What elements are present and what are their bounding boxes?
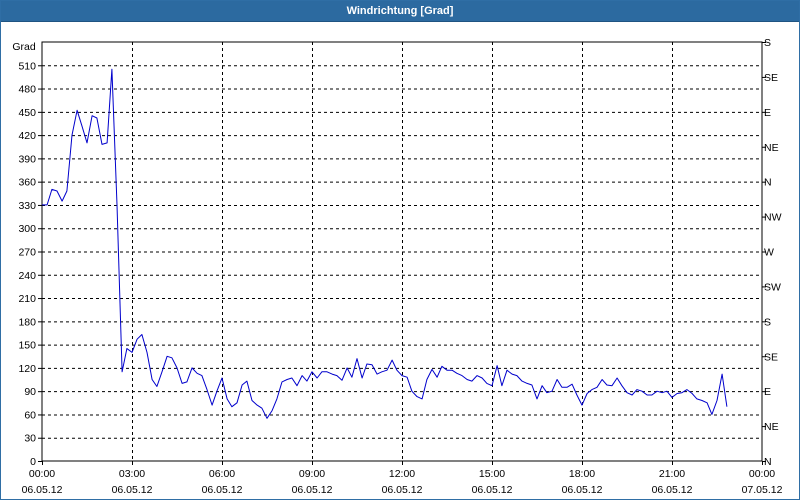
x-tick-time: 06:00 (209, 468, 235, 480)
wind-direction-line (42, 68, 728, 419)
x-tick-date: 06.05.12 (472, 484, 513, 496)
compass-tick-label: NE (764, 142, 779, 154)
y-tick-label: 240 (18, 270, 36, 282)
x-tick-time: 15:00 (479, 468, 505, 480)
x-tick-date: 06.05.12 (202, 484, 243, 496)
series-layer (42, 68, 728, 419)
x-tick-time: 21:00 (659, 468, 685, 480)
x-tick-date: 06.05.12 (562, 484, 603, 496)
wind-direction-chart: Grad 0 30 60 90 120 150 180 210 240 270 300 330 360 3… (12, 37, 783, 496)
compass-tick-label: SW (764, 281, 781, 293)
x-tick-time: 12:00 (389, 468, 415, 480)
compass-tick-label: N (764, 456, 772, 468)
compass-tick-label: SE (764, 351, 778, 363)
x-tick-time: 00:00 (29, 468, 55, 480)
y-tick-label: 510 (18, 60, 36, 72)
y-tick-label: 0 (30, 456, 36, 468)
x-tick-time: 00:00 (749, 468, 775, 480)
x-tick-date: 06.05.12 (112, 484, 153, 496)
compass-tick-label: S (764, 316, 771, 328)
y-tick-label: 150 (18, 340, 36, 352)
x-tick-date: 06.05.12 (292, 484, 333, 496)
x-tick-time: 09:00 (299, 468, 325, 480)
y-tick-label: 360 (18, 177, 36, 189)
x-tick-time: 03:00 (119, 468, 145, 480)
y-tick-label: 180 (18, 316, 36, 328)
compass-tick-label: N (764, 177, 772, 189)
y-tick-label: 210 (18, 293, 36, 305)
x-tick-date: 06.05.12 (382, 484, 423, 496)
compass-tick-label: NW (764, 212, 782, 224)
compass-tick-label: E (764, 107, 771, 119)
y-tick-label: 390 (18, 153, 36, 165)
y-tick-label: 270 (18, 247, 36, 259)
x-tick-date: 06.05.12 (22, 484, 63, 496)
y-tick-label: 450 (18, 107, 36, 119)
y-tick-label: 60 (24, 409, 36, 421)
y-axis-label: Grad (12, 41, 36, 53)
x-axis: 00:00 06.05.12 03:00 06.05.12 06:00 06.05.12 0… (22, 461, 783, 496)
compass-tick-label: NE (764, 421, 779, 433)
x-tick-date: 07.05.12 (742, 484, 783, 496)
y-tick-label: 30 (24, 433, 36, 445)
x-tick-date: 06.05.12 (652, 484, 693, 496)
compass-tick-label: S (764, 37, 771, 49)
compass-tick-label: E (764, 386, 771, 398)
compass-tick-label: SE (764, 72, 778, 84)
y-tick-label: 300 (18, 223, 36, 235)
y-axis-left: 0 30 60 90 120 150 180 210 240 270 300 330 360 390 420… (18, 60, 42, 468)
x-tick-time: 18:00 (569, 468, 595, 480)
y-tick-label: 120 (18, 363, 36, 375)
grid-lines (42, 42, 762, 461)
y-tick-label: 330 (18, 200, 36, 212)
y-tick-label: 90 (24, 386, 36, 398)
y-tick-label: 420 (18, 130, 36, 142)
compass-tick-label: W (764, 247, 774, 259)
y-axis-right: N NE E SE S SW W NW N NE E SE S (762, 37, 782, 468)
y-tick-label: 480 (18, 84, 36, 96)
